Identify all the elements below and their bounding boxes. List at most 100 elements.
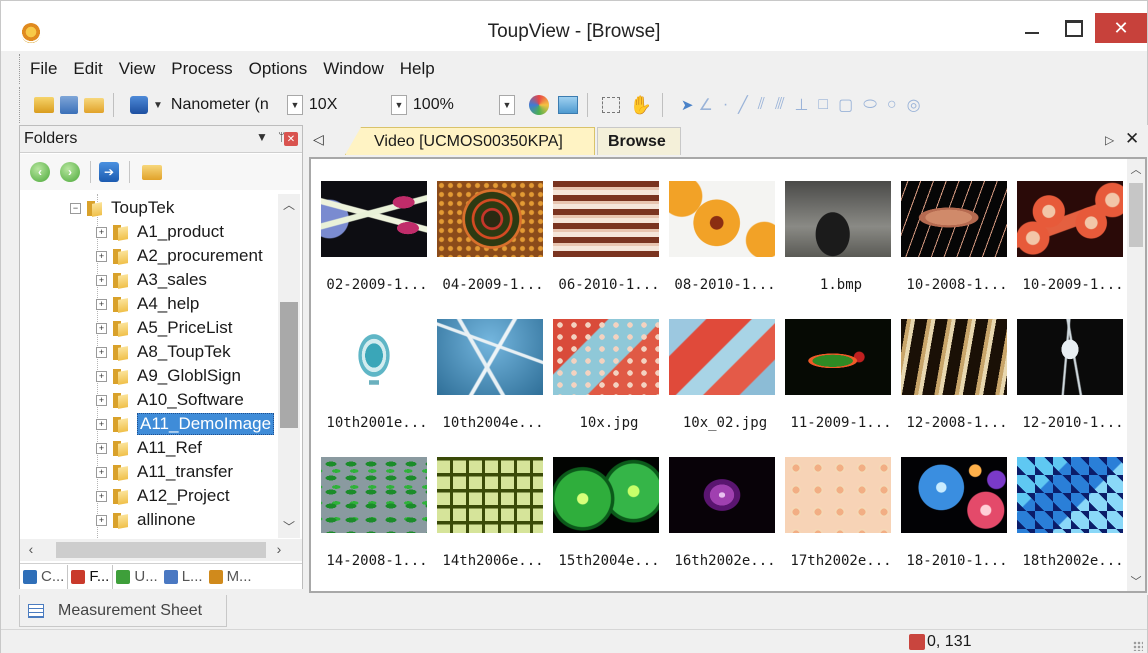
thumbnail-image[interactable]	[901, 319, 1007, 395]
goto-icon[interactable]: ➔	[99, 162, 119, 182]
thumbnail-item[interactable]: 12-2010-1...	[1017, 319, 1133, 439]
menu-process[interactable]: Process	[163, 59, 240, 79]
menu-options[interactable]: Options	[241, 59, 316, 79]
chevron-down-icon[interactable]: ▼	[498, 95, 515, 115]
chevron-down-icon[interactable]: ▼	[390, 95, 407, 115]
tree-item[interactable]: + A5_PriceList	[96, 316, 232, 340]
thumbnail-image[interactable]	[1017, 457, 1123, 533]
thumbnail-item[interactable]: 10th2001e...	[321, 319, 437, 439]
tree-vertical-scrollbar[interactable]: ︿ ﹀	[278, 194, 300, 538]
minimize-button[interactable]	[1017, 13, 1047, 43]
rectangle-icon[interactable]: □	[818, 96, 828, 114]
hand-pan-icon[interactable]: ✋	[629, 94, 653, 116]
tree-item[interactable]: + A1_product	[96, 220, 224, 244]
thumbnail-item[interactable]: 10x_02.jpg	[669, 319, 785, 439]
thumbnail-image[interactable]	[437, 319, 543, 395]
point-icon[interactable]: ·	[723, 96, 728, 114]
panel-menu-icon[interactable]: ▼	[256, 130, 268, 144]
menu-edit[interactable]: Edit	[65, 59, 110, 79]
tree-item[interactable]: + A9_GloblSign	[96, 364, 241, 388]
scroll-down-icon[interactable]: ﹀	[278, 518, 300, 536]
thumbnail-image[interactable]	[785, 181, 891, 257]
tab-scroll-left-icon[interactable]: ◁	[313, 131, 324, 148]
scrollbar-thumb[interactable]	[56, 542, 266, 558]
thumbnail-item[interactable]: 15th2004e...	[553, 457, 669, 577]
thumbnail-image[interactable]	[785, 457, 891, 533]
circle-icon[interactable]: ○	[887, 96, 897, 114]
thumbnail-item[interactable]: 17th2002e...	[785, 457, 901, 577]
multi-parallel-icon[interactable]: ⫻	[775, 96, 785, 114]
scroll-up-icon[interactable]: ︿	[278, 196, 300, 214]
forward-icon[interactable]: ›	[60, 162, 80, 182]
panel-tab[interactable]: M...	[206, 565, 255, 589]
thumbnail-image[interactable]	[901, 457, 1007, 533]
thumbnail-image[interactable]	[321, 319, 427, 395]
panel-tab[interactable]: C...	[20, 565, 67, 589]
close-button[interactable]: ✕	[1095, 13, 1147, 43]
thumbnail-image[interactable]	[669, 319, 775, 395]
tree-item[interactable]: + A11_transfer	[96, 460, 233, 484]
tree-item[interactable]: + A12_Project	[96, 484, 230, 508]
expand-icon[interactable]: +	[96, 370, 107, 382]
thumbnail-image[interactable]	[437, 457, 543, 533]
expand-icon[interactable]: +	[96, 346, 107, 358]
scrollbar-thumb[interactable]	[1129, 183, 1143, 247]
thumbnail-image[interactable]	[553, 319, 659, 395]
chevron-down-icon[interactable]: ▼	[286, 95, 303, 115]
tree-item[interactable]: − ToupTek	[70, 196, 174, 220]
rounded-rect-icon[interactable]: ▢	[838, 95, 853, 115]
tab-video[interactable]: Video [UCMOS00350KPA]	[345, 127, 595, 155]
expand-icon[interactable]: +	[96, 322, 107, 334]
tree-item[interactable]: + A3_sales	[96, 268, 207, 292]
thumbnail-item[interactable]: 10x.jpg	[553, 319, 669, 439]
thumbnail-image[interactable]	[785, 319, 891, 395]
unit-select[interactable]: Nanometer (n ▼	[171, 93, 303, 117]
thumbnail-item[interactable]: 11-2009-1...	[785, 319, 901, 439]
panel-close-icon[interactable]: ✕	[284, 132, 298, 146]
thumbnail-item[interactable]: 10th2004e...	[437, 319, 553, 439]
parallel-icon[interactable]: ⫽	[758, 96, 765, 114]
thumbnail-image[interactable]	[553, 457, 659, 533]
thumbnail-image[interactable]	[669, 181, 775, 257]
perpendicular-icon[interactable]: ⊥	[794, 95, 808, 115]
camera-dropdown-icon[interactable]: ▼	[153, 100, 163, 111]
tree-item[interactable]: + allinone	[96, 508, 196, 532]
expand-icon[interactable]: +	[96, 250, 107, 262]
thumbnail-item[interactable]: 10-2008-1...	[901, 181, 1017, 301]
folder-up-icon[interactable]	[142, 164, 162, 180]
menu-view[interactable]: View	[111, 59, 164, 79]
expand-icon[interactable]: +	[96, 466, 107, 478]
measurement-sheet-tab[interactable]: Measurement Sheet	[19, 595, 227, 627]
scroll-up-icon[interactable]: ︿	[1127, 161, 1145, 177]
tree-item[interactable]: + A8_ToupTek	[96, 340, 231, 364]
expand-icon[interactable]: +	[96, 226, 107, 238]
tree-item[interactable]: + A4_help	[96, 292, 199, 316]
ellipse-icon[interactable]: ⬭	[863, 96, 877, 114]
tree-item[interactable]: + A11_DemoImage	[96, 412, 275, 436]
tree-horizontal-scrollbar[interactable]: ‹ ›	[20, 539, 302, 561]
expand-icon[interactable]: +	[96, 274, 107, 286]
thumbnail-item[interactable]: 02-2009-1...	[321, 181, 437, 301]
tree-item[interactable]: + A2_procurement	[96, 244, 263, 268]
browse-vertical-scrollbar[interactable]: ︿ ﹀	[1127, 159, 1145, 591]
tab-list-icon[interactable]: ▷	[1105, 133, 1114, 147]
rect-select-icon[interactable]	[601, 97, 620, 113]
menu-help[interactable]: Help	[392, 59, 443, 79]
thumbnail-item[interactable]: 18-2010-1...	[901, 457, 1017, 577]
monitor-icon[interactable]	[557, 96, 578, 114]
new-folder-icon[interactable]	[34, 97, 54, 113]
expand-icon[interactable]: +	[96, 298, 107, 310]
annulus-icon[interactable]: ◎	[907, 95, 921, 115]
thumbnail-image[interactable]	[1017, 181, 1123, 257]
expand-icon[interactable]: +	[96, 394, 107, 406]
expand-icon[interactable]: +	[96, 442, 107, 454]
thumbnail-image[interactable]	[901, 181, 1007, 257]
scroll-down-icon[interactable]: ﹀	[1127, 573, 1145, 589]
scrollbar-thumb[interactable]	[280, 302, 298, 428]
thumbnail-item[interactable]: 1.bmp	[785, 181, 901, 301]
thumbnail-item[interactable]: 18th2002e...	[1017, 457, 1133, 577]
expand-icon[interactable]: +	[96, 490, 107, 502]
thumbnail-item[interactable]: 14-2008-1...	[321, 457, 437, 577]
panel-tab[interactable]: U...	[113, 565, 160, 589]
angle-icon[interactable]: ∠	[698, 95, 712, 115]
